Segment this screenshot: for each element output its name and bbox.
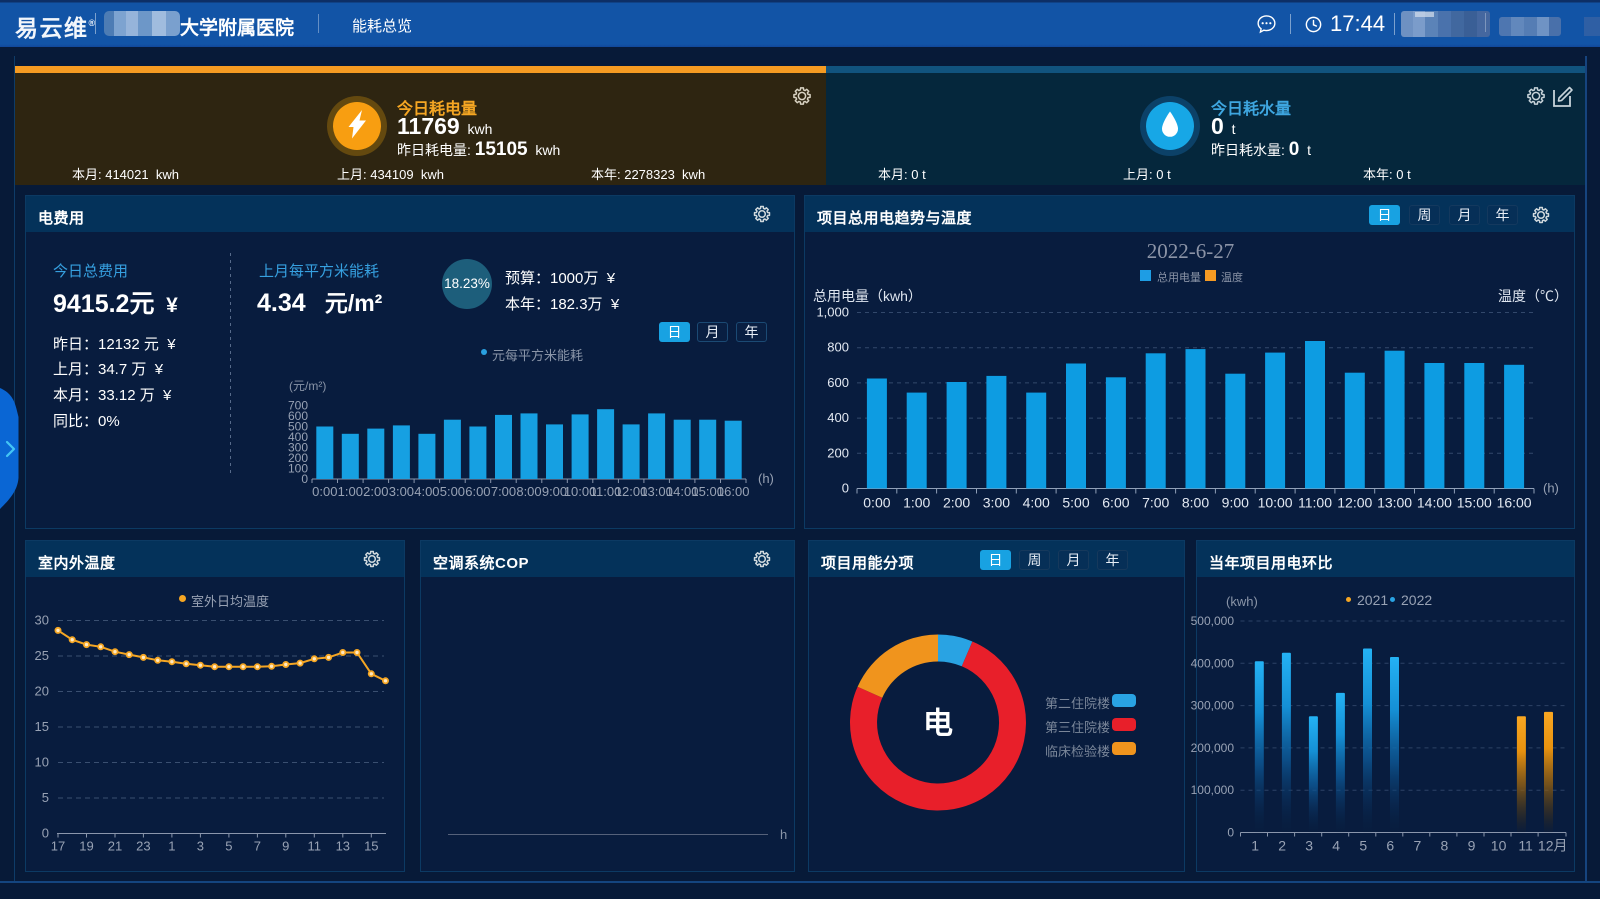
svg-text:0:00: 0:00	[312, 484, 337, 499]
svg-text:19: 19	[79, 839, 93, 854]
svg-text:4: 4	[1332, 838, 1340, 854]
svg-text:15:00: 15:00	[1457, 495, 1492, 511]
svg-text:21: 21	[108, 839, 122, 854]
svg-text:1: 1	[1251, 838, 1259, 854]
svg-text:7:00: 7:00	[491, 484, 516, 499]
svg-text:14:00: 14:00	[1417, 495, 1452, 511]
svg-text:600: 600	[827, 375, 849, 390]
svg-text:300,000: 300,000	[1191, 699, 1235, 713]
svg-text:3: 3	[197, 839, 204, 854]
svg-text:100,000: 100,000	[1191, 783, 1235, 797]
svg-text:5: 5	[1359, 838, 1367, 854]
svg-text:12月: 12月	[1538, 838, 1568, 854]
svg-text:2:00: 2:00	[943, 495, 970, 511]
svg-text:0:00: 0:00	[863, 495, 890, 511]
svg-text:9:00: 9:00	[1222, 495, 1249, 511]
svg-text:10: 10	[35, 755, 49, 770]
svg-text:1,000: 1,000	[816, 305, 849, 320]
svg-text:400: 400	[827, 410, 849, 425]
svg-text:0: 0	[301, 472, 308, 486]
svg-text:5:00: 5:00	[1062, 495, 1089, 511]
svg-text:9: 9	[1468, 838, 1476, 854]
svg-text:200,000: 200,000	[1191, 741, 1235, 755]
svg-text:16:00: 16:00	[717, 484, 750, 499]
svg-text:25: 25	[35, 648, 49, 663]
svg-text:15: 15	[35, 719, 49, 734]
svg-text:4:00: 4:00	[1023, 495, 1050, 511]
svg-text:200: 200	[827, 445, 849, 460]
svg-text:2:00: 2:00	[363, 484, 388, 499]
svg-text:6:00: 6:00	[1102, 495, 1129, 511]
svg-text:5: 5	[42, 790, 49, 805]
svg-text:13:00: 13:00	[1377, 495, 1412, 511]
svg-text:11: 11	[308, 839, 322, 854]
svg-text:7: 7	[1414, 838, 1422, 854]
svg-text:8:00: 8:00	[516, 484, 541, 499]
svg-text:23: 23	[136, 839, 150, 854]
svg-text:11: 11	[1518, 838, 1533, 854]
svg-text:7:00: 7:00	[1142, 495, 1169, 511]
svg-text:1:00: 1:00	[338, 484, 363, 499]
svg-text:10: 10	[1491, 838, 1507, 854]
svg-text:15: 15	[364, 839, 378, 854]
svg-text:(h): (h)	[1543, 481, 1559, 496]
svg-text:11:00: 11:00	[1298, 495, 1332, 511]
svg-text:电: 电	[923, 708, 953, 741]
svg-text:3:00: 3:00	[983, 495, 1010, 511]
svg-text:(h): (h)	[758, 471, 774, 486]
svg-text:1:00: 1:00	[903, 495, 930, 511]
svg-text:7: 7	[254, 839, 261, 854]
svg-text:5:00: 5:00	[440, 484, 465, 499]
svg-text:8: 8	[1441, 838, 1449, 854]
svg-text:10:00: 10:00	[1258, 495, 1293, 511]
svg-text:16:00: 16:00	[1497, 495, 1532, 511]
svg-text:400,000: 400,000	[1191, 656, 1235, 670]
svg-text:20: 20	[35, 684, 49, 699]
svg-text:1: 1	[168, 839, 175, 854]
svg-text:17: 17	[51, 839, 65, 854]
svg-text:30: 30	[35, 613, 49, 628]
svg-text:3:00: 3:00	[389, 484, 414, 499]
svg-text:500,000: 500,000	[1191, 614, 1235, 628]
svg-text:3: 3	[1305, 838, 1313, 854]
svg-text:2: 2	[1278, 838, 1286, 854]
svg-text:0: 0	[1227, 826, 1234, 840]
svg-text:4:00: 4:00	[414, 484, 439, 499]
svg-text:0: 0	[842, 481, 849, 496]
svg-text:5: 5	[225, 839, 232, 854]
svg-text:800: 800	[827, 340, 849, 355]
svg-text:13: 13	[336, 839, 350, 854]
svg-text:12:00: 12:00	[1337, 495, 1372, 511]
svg-text:6:00: 6:00	[465, 484, 490, 499]
svg-text:6: 6	[1386, 838, 1394, 854]
svg-text:9: 9	[282, 839, 289, 854]
svg-text:8:00: 8:00	[1182, 495, 1209, 511]
svg-text:0: 0	[42, 826, 49, 841]
